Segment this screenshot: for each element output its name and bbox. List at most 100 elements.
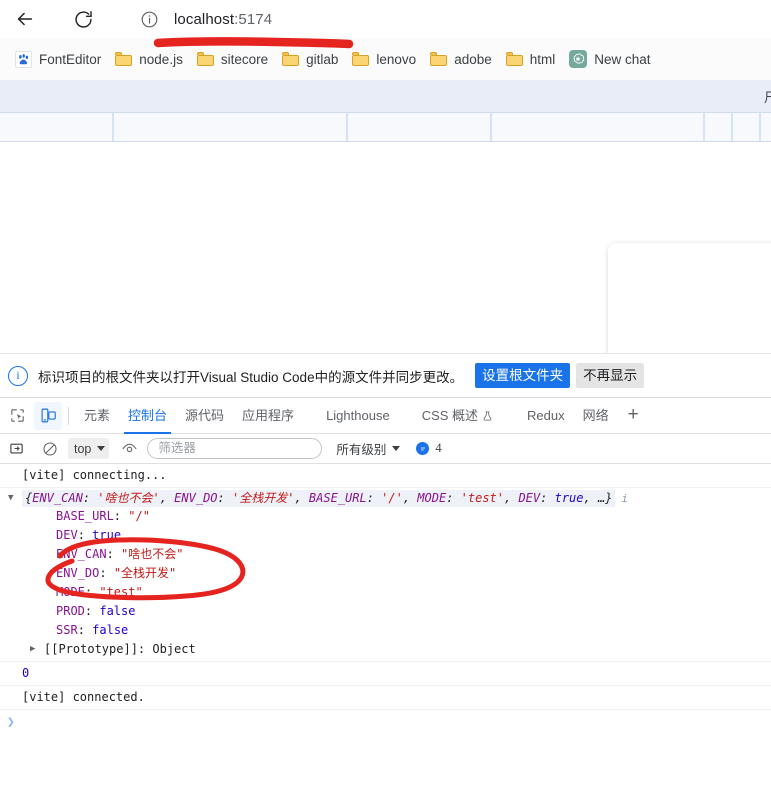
message-count-badge[interactable]: 4 [416, 441, 442, 456]
tab-elements[interactable]: 元素 [75, 398, 119, 434]
expand-arrow-icon[interactable]: ▶ [30, 640, 35, 659]
info-marker[interactable]: i [621, 492, 628, 505]
chevron-down-icon [392, 446, 401, 451]
object-property-base-url: BASE_URL: "/" [56, 509, 150, 523]
object-property-mode: MODE: "test" [56, 585, 143, 599]
console-message-vite-connected: [vite] connected. [0, 686, 771, 710]
folder-icon [115, 52, 133, 66]
property-value: "/" [128, 509, 150, 523]
clear-console-icon[interactable] [38, 437, 62, 461]
property-key: MODE [56, 585, 85, 599]
property-value: "全栈开发" [113, 566, 177, 580]
tab-console[interactable]: 控制台 [119, 398, 176, 434]
dont-show-again-button[interactable]: 不再显示 [576, 363, 645, 388]
property-key: ENV_CAN [56, 547, 107, 561]
tab-label: CSS 概述 [421, 407, 479, 423]
bookmark-label: gitlab [306, 51, 339, 67]
folder-icon [196, 52, 214, 66]
grid-cell[interactable] [761, 113, 771, 141]
bookmark-gitlab[interactable]: gitlab [275, 45, 345, 73]
grid-cell[interactable] [0, 113, 114, 141]
url-port: :5174 [234, 11, 273, 28]
vscode-infobar: i 标识项目的根文件夹以打开Visual Studio Code中的源文件并同步… [0, 353, 771, 398]
baidu-icon [15, 50, 32, 68]
tab-label: 应用程序 [242, 407, 295, 423]
grid-header-bar: 尺 [0, 80, 771, 112]
inspect-element-icon[interactable] [3, 402, 31, 430]
console-message-text: [vite] connected. [22, 690, 145, 704]
console-message-text: [vite] connecting... [22, 468, 167, 482]
tab-label: 控制台 [128, 407, 168, 423]
expand-arrow-icon[interactable]: ▼ [8, 490, 18, 507]
address-bar[interactable]: localhost:5174 [128, 4, 748, 35]
property-value: false [99, 604, 136, 618]
openai-icon [569, 50, 588, 68]
bookmark-adobe[interactable]: adobe [423, 45, 499, 73]
bookmark-label: FontEditor [39, 51, 102, 67]
bookmark-fonteditor[interactable]: FontEditor [8, 45, 108, 73]
tab-network[interactable]: 网络 [574, 398, 618, 434]
browser-toolbar: localhost:5174 [0, 0, 771, 38]
tab-sources[interactable]: 源代码 [176, 398, 233, 434]
bookmark-label: html [529, 51, 556, 67]
toolbar-divider [68, 406, 69, 425]
folder-icon [505, 52, 523, 66]
back-arrow-icon [17, 12, 33, 26]
object-property-env-do: ENV_DO: "全栈开发" [56, 566, 177, 580]
console-output[interactable]: [vite] connecting... ▼ {ENV_CAN: '啥也不会',… [0, 464, 771, 790]
bookmark-nodejs[interactable]: node.js [108, 45, 190, 73]
tab-application[interactable]: 应用程序 [233, 398, 303, 434]
infobar-message: 标识项目的根文件夹以打开Visual Studio Code中的源文件并同步更改… [38, 369, 464, 385]
console-toolbar: top 筛选器 所有级别 4 [0, 434, 771, 464]
bookmark-label: adobe [454, 51, 492, 67]
property-value: true [92, 528, 122, 542]
grid-cell[interactable] [733, 113, 761, 141]
prototype-label: [[Prototype]]: Object [44, 642, 196, 656]
bookmark-label: New chat [594, 51, 651, 67]
tab-label: 元素 [84, 407, 111, 423]
bookmark-sitecore[interactable]: sitecore [190, 45, 275, 73]
console-prompt[interactable] [0, 710, 771, 731]
tab-css-overview[interactable]: CSS 概述 [413, 398, 502, 434]
bookmark-lenovo[interactable]: lenovo [345, 45, 423, 73]
tab-label: 网络 [582, 407, 609, 423]
info-circle-icon: i [8, 365, 28, 386]
object-prototype-row[interactable]: ▶ [[Prototype]]: Object [0, 640, 771, 659]
address-bar-text: localhost:5174 [174, 11, 272, 28]
property-value: "test" [99, 585, 143, 599]
property-value: "啥也不会" [121, 547, 184, 561]
add-tab-button[interactable]: + [618, 398, 649, 434]
url-host: localhost [174, 11, 235, 28]
object-property-dev: DEV: true [56, 528, 122, 542]
sidebar-toggle-icon [9, 443, 23, 454]
object-property-ssr: SSR: false [56, 623, 129, 637]
grid-cell[interactable] [348, 113, 492, 141]
bookmark-html[interactable]: html [499, 45, 563, 73]
device-toolbar-icon[interactable] [34, 401, 62, 430]
tab-lighthouse[interactable]: Lighthouse [317, 398, 399, 434]
object-preview[interactable]: {ENV_CAN: '啥也不会', ENV_DO: '全栈开发', BASE_U… [22, 490, 616, 507]
console-filter-input[interactable]: 筛选器 [147, 438, 323, 459]
site-info-icon[interactable] [138, 9, 160, 31]
log-level-dropdown[interactable]: 所有级别 [336, 439, 401, 458]
reload-button[interactable] [66, 2, 100, 36]
grid-cell[interactable] [492, 113, 705, 141]
context-value: top [74, 441, 92, 456]
tab-redux[interactable]: Redux [518, 398, 574, 434]
empty-content-card[interactable] [608, 243, 771, 353]
grid-header-label: 尺 [763, 89, 771, 105]
bookmark-label: sitecore [220, 51, 269, 67]
console-sidebar-icon[interactable] [4, 437, 28, 461]
bookmark-new-chat[interactable]: New chat [562, 45, 657, 73]
live-expression-icon[interactable] [117, 437, 141, 461]
browser-window: localhost:5174 FontEditor node.js siteco… [0, 0, 771, 790]
set-root-folder-button[interactable]: 设置根文件夹 [475, 363, 571, 388]
devtools-panel: 元素 控制台 源代码 应用程序 Lighthouse CSS 概述 Redux … [0, 398, 771, 790]
property-key: PROD [56, 604, 85, 618]
execution-context-dropdown[interactable]: top [68, 438, 110, 459]
grid-cell[interactable] [114, 113, 348, 141]
back-button[interactable] [8, 2, 42, 36]
console-message-vite-connecting: [vite] connecting... [0, 464, 771, 488]
console-message-number: 0 [0, 662, 771, 686]
grid-cell[interactable] [705, 113, 733, 141]
